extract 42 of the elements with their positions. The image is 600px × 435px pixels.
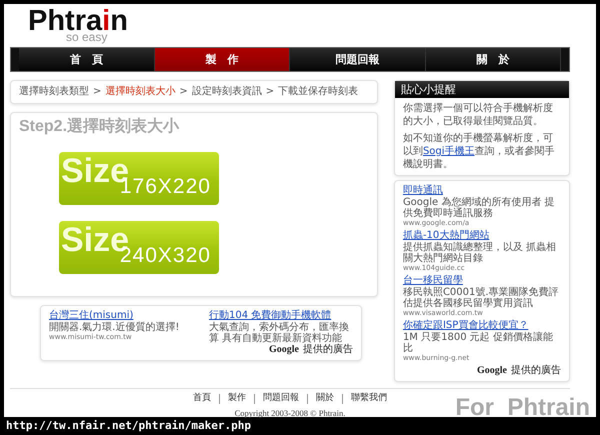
nav-tab[interactable]: 關 於 [426,48,561,71]
ad-text: 大氣查詢，索外碼分布，匯率換算 具有自動更新最新資料功能 [208,322,349,344]
google-logo: Google [477,365,507,378]
breadcrumb-separator: > [93,86,102,98]
ad-text: 提供抓蟲知識總整理，以及 抓蟲相關大熱門網站目錄 [402,242,558,264]
url-caption: http://tw.nfair.net/phtrain/maker.php [6,419,252,432]
ad-link[interactable]: 台一移民留學 [402,275,561,288]
nav-tab[interactable]: 問題回報 [290,48,426,71]
logo[interactable]: Phtrain [28,8,128,34]
ad-link[interactable]: 行動104 免費御動手機軟體 [208,310,353,322]
sogi-link[interactable]: Sogi手機王 [422,146,475,158]
google-logo: Google [268,344,299,356]
breadcrumb-step[interactable]: 下載並保存時刻表 [278,86,358,98]
footer-link[interactable]: 聯繫我們 [351,393,387,404]
ad-text: Google 為您網域的所有使用者 提供免費即時通訊服務 [402,197,556,220]
ad-text: 1M 只要1800 元起 促銷價格讓能比 [402,332,554,354]
tips-text: 如不知道你的手機螢幕解析度，可以到Sogi手機王查詢，或者參閱手機說明書。 [402,132,556,172]
ad-link[interactable]: 即時通訊 [402,185,561,198]
footer-link[interactable]: 問題回報 [263,393,299,404]
breadcrumb-step[interactable]: 選擇時刻表類型 [19,86,89,98]
ads-note: 提供的廣告 [511,365,561,378]
ad-link[interactable]: 你確定跟ISP買會比較便宜？ [402,320,561,332]
ad-link[interactable]: 抓蟲-10大熱門網站 [402,230,561,242]
breadcrumb-separator: > [179,86,188,98]
breadcrumb-step[interactable]: 設定時刻表資訊 [192,86,262,98]
step-title: Step2.選擇時刻表大小 [19,117,180,136]
ad-link[interactable]: 台灣三住(misumi) [49,310,193,322]
ad-text: 移民執照C0001號.專業團隊免費評估提供各國移民留學實用資訊 [402,287,560,310]
tips-text: 你需選擇一個可以符合手機解析度的大小，已取得最佳閱覽品質。 [402,102,554,128]
breadcrumb-separator: > [266,86,274,98]
footer-link[interactable]: 關於 [316,393,334,404]
ad-text: 開關器.氣力環.近優質的選擇! [49,322,180,333]
breadcrumb-step[interactable]: 選擇時刻表大小 [105,86,176,98]
copyright-text: Copyright 2003-2008 © Phtrain. [234,408,346,418]
logo-tagline: so easy [66,32,108,43]
ads-note: 提供的廣告 [302,344,353,356]
footer-link[interactable]: 首頁 [193,393,211,404]
nav-tab[interactable]: 首 頁 [19,48,154,71]
caption-tag: For Phtrain [455,396,590,420]
footer-link[interactable]: 製作 [228,393,246,404]
tips-title: 貼心小提醒 [394,81,569,98]
nav-tab[interactable]: 製 作 [154,48,290,71]
